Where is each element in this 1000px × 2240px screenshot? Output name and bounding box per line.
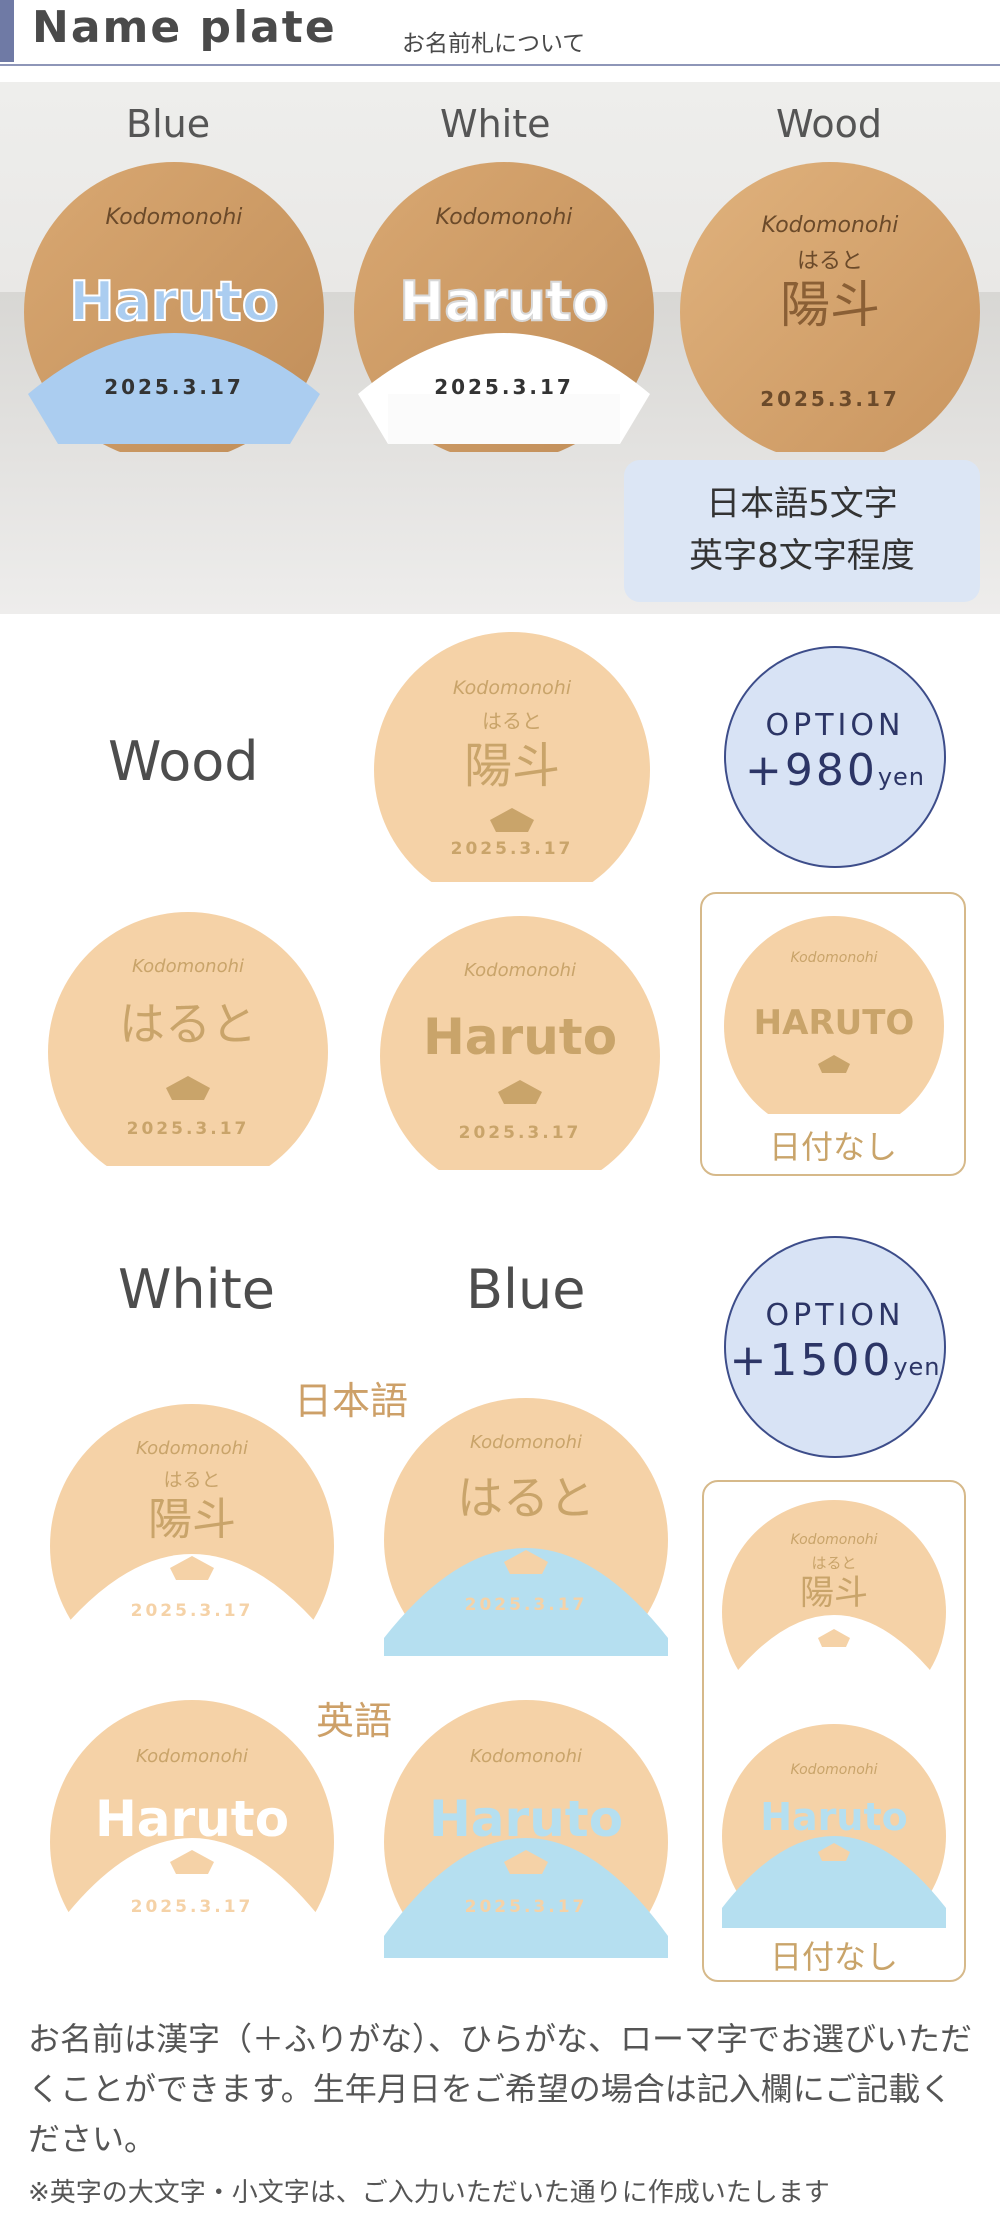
svg-text:Haruto: Haruto <box>429 1790 623 1848</box>
option-badge-wood: OPTION +980yen <box>724 646 946 868</box>
badge-line-1: 日本語5文字 <box>706 484 898 524</box>
photo-plate-blue: Kodomonohi Haruto 2025.3.17 <box>24 162 324 452</box>
svg-text:Kodomonohi: Kodomonohi <box>136 1438 248 1459</box>
no-date-frame-color: Kodomonohi はると 陽斗 Kodomonohi Haruto 日付なし <box>702 1480 966 1982</box>
svg-text:Haruto: Haruto <box>95 1790 289 1848</box>
svg-text:2025.3.17: 2025.3.17 <box>459 1123 582 1143</box>
section-label-white: White <box>118 1258 276 1321</box>
svg-text:Kodomonohi: Kodomonohi <box>470 1432 582 1453</box>
section-label-blue: Blue <box>466 1258 586 1321</box>
svg-text:Kodomonohi: Kodomonohi <box>470 1746 582 1767</box>
photo-plate-white-name: Haruto <box>399 270 609 333</box>
badge-line-2: 英字8文字程度 <box>689 536 915 576</box>
photo-plate-wood: Kodomonohi はると 陽斗 2025.3.17 <box>680 162 980 452</box>
photo-plate-white: Kodomonohi Haruto 2025.3.17 <box>354 162 654 452</box>
svg-text:Kodomonohi: Kodomonohi <box>453 677 572 699</box>
photo-plate-wood-date: 2025.3.17 <box>760 387 900 411</box>
photo-plate-blue-brand: Kodomonohi <box>106 205 243 230</box>
header-divider <box>0 64 1000 66</box>
svg-text:陽斗: 陽斗 <box>148 1494 236 1545</box>
wood-plate-kanji: Kodomonohi はると 陽斗 2025.3.17 <box>374 632 650 894</box>
wood-plate-romaji: Kodomonohi Haruto 2025.3.17 <box>380 916 660 1178</box>
svg-text:Kodomonohi: Kodomonohi <box>790 950 877 966</box>
svg-text:2025.3.17: 2025.3.17 <box>127 1119 250 1139</box>
wood-plate-hiragana: Kodomonohi はると 2025.3.17 <box>48 912 328 1174</box>
svg-text:2025.3.17: 2025.3.17 <box>131 1601 254 1621</box>
wood-plate-caps-name: HARUTO <box>754 1003 915 1043</box>
wood-plate-kanji-kana: はると <box>482 709 542 733</box>
wood-plate-hiragana-name: はると <box>119 997 257 1051</box>
no-date-frame-wood: Kodomonohi HARUTO 日付なし <box>700 892 966 1176</box>
svg-text:Kodomonohi: Kodomonohi <box>790 1762 877 1778</box>
blue-plate-japanese: Kodomonohi はると 2025.3.17 <box>384 1398 668 1660</box>
photo-plate-wood-kanji: 陽斗 <box>780 276 880 334</box>
svg-text:陽斗: 陽斗 <box>800 1573 868 1613</box>
option-badge-color: OPTION +1500yen <box>724 1236 946 1458</box>
svg-text:はると: はると <box>163 1469 220 1491</box>
svg-text:Kodomonohi: Kodomonohi <box>464 960 576 981</box>
photo-label-white: White <box>440 102 551 146</box>
character-limit-badge: 日本語5文字 英字8文字程度 <box>624 460 980 602</box>
page-title: Name plate <box>32 2 337 53</box>
note-text: ※英字の大文字・小文字は、ご入力いただいた通りに作成いたします <box>28 2178 830 2208</box>
no-date-caption-color: 日付なし <box>769 1938 898 1976</box>
wood-plate-romaji-name: Haruto <box>423 1008 617 1066</box>
svg-text:2025.3.17: 2025.3.17 <box>131 1897 254 1917</box>
photo-label-blue: Blue <box>126 102 211 146</box>
svg-text:はると: はると <box>457 1471 595 1525</box>
photo-plate-wood-brand: Kodomonohi <box>762 213 899 238</box>
section-label-wood: Wood <box>108 730 259 793</box>
photo-label-wood: Wood <box>776 102 882 146</box>
white-plate-japanese: Kodomonohi はると 陽斗 2025.3.17 <box>50 1404 334 1666</box>
page-subtitle: お名前札について <box>402 31 586 57</box>
svg-text:Haruto: Haruto <box>760 1795 908 1839</box>
description-text: お名前は漢字（＋ふりがな）、ひらがな、ローマ字でお選びいただくことができます。生… <box>28 2020 973 2158</box>
photo-plate-blue-date: 2025.3.17 <box>104 375 244 399</box>
photo-plate-white-date: 2025.3.17 <box>434 375 574 399</box>
svg-text:2025.3.17: 2025.3.17 <box>451 839 574 859</box>
white-plate-english: Kodomonohi Haruto 2025.3.17 <box>50 1700 334 1962</box>
svg-text:Kodomonohi: Kodomonohi <box>136 1746 248 1767</box>
svg-text:2025.3.17: 2025.3.17 <box>465 1595 588 1615</box>
header-accent-bar <box>0 0 14 62</box>
blue-plate-english: Kodomonohi Haruto 2025.3.17 <box>384 1700 668 1962</box>
svg-text:2025.3.17: 2025.3.17 <box>465 1897 588 1917</box>
wood-plate-kanji-name: 陽斗 <box>464 738 560 794</box>
no-date-caption-wood: 日付なし <box>768 1128 897 1166</box>
photo-plate-white-brand: Kodomonohi <box>436 205 573 230</box>
svg-text:はると: はると <box>811 1554 856 1572</box>
photo-plate-blue-name: Haruto <box>69 270 279 333</box>
photo-plate-wood-kana: はると <box>797 249 863 274</box>
svg-text:Kodomonohi: Kodomonohi <box>790 1532 877 1548</box>
svg-text:Kodomonohi: Kodomonohi <box>132 956 244 977</box>
